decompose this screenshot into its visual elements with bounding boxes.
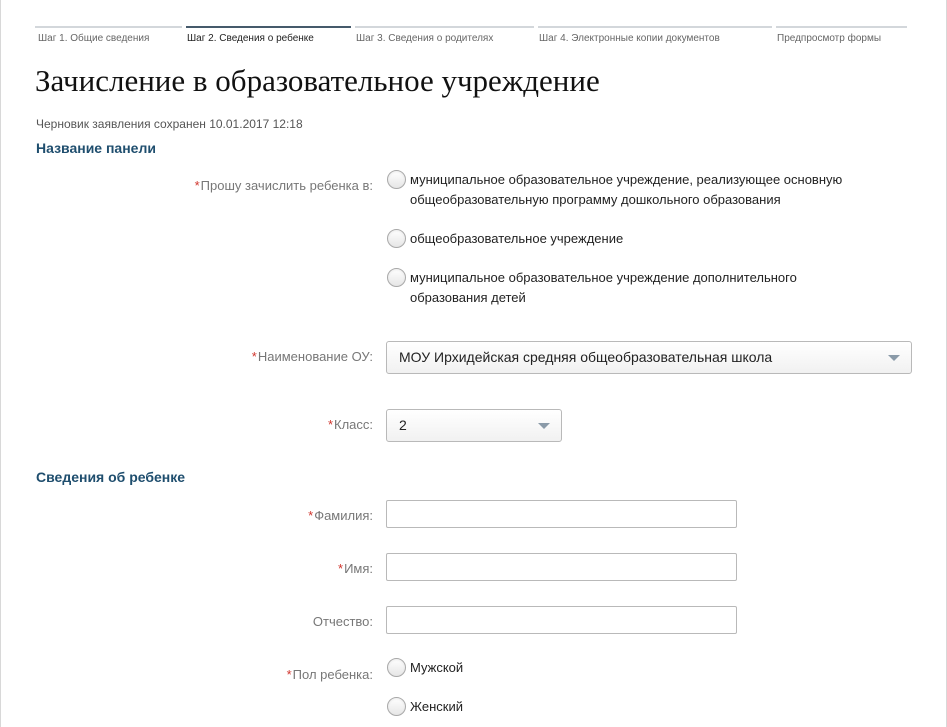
- gender-option-text: Женский: [410, 699, 463, 714]
- chevron-down-icon[interactable]: [888, 355, 900, 361]
- school-label: *Наименование ОУ:: [252, 349, 373, 364]
- step-general[interactable]: Шаг 1. Общие сведения: [35, 26, 182, 50]
- required-mark: *: [308, 508, 314, 523]
- class-select-value: 2: [399, 417, 407, 433]
- gender-label: *Пол ребенка:: [287, 667, 373, 682]
- radio-icon[interactable]: [387, 697, 406, 716]
- school-label-text: Наименование ОУ:: [257, 349, 373, 364]
- class-select[interactable]: 2: [386, 409, 562, 442]
- enroll-option-text: муниципальное образовательное учреждение…: [410, 270, 797, 305]
- surname-label: *Фамилия:: [308, 508, 373, 523]
- panel-heading: Название панели: [36, 140, 156, 156]
- surname-input[interactable]: [386, 500, 737, 528]
- gender-option-male[interactable]: Мужской: [387, 658, 463, 678]
- enroll-option-general[interactable]: общеобразовательное учреждение: [387, 229, 887, 249]
- radio-icon[interactable]: [387, 229, 406, 248]
- required-mark: *: [194, 178, 200, 193]
- required-mark: *: [327, 417, 333, 432]
- enroll-label: *Прошу зачислить ребенка в:: [195, 178, 373, 193]
- enroll-option-text: муниципальное образовательное учреждение…: [410, 172, 843, 207]
- page-frame: Шаг 1. Общие сведения Шаг 2. Сведения о …: [0, 0, 947, 727]
- class-label-text: Класс:: [334, 417, 373, 432]
- enroll-option-preschool[interactable]: муниципальное образовательное учреждение…: [387, 170, 887, 210]
- patronymic-input[interactable]: [386, 606, 737, 634]
- surname-label-text: Фамилия:: [314, 508, 373, 523]
- enroll-label-text: Прошу зачислить ребенка в:: [200, 178, 373, 193]
- step-parents[interactable]: Шаг 3. Сведения о родителях: [355, 26, 534, 50]
- required-mark: *: [251, 349, 257, 364]
- draft-status: Черновик заявления сохранен 10.01.2017 1…: [36, 117, 303, 131]
- enroll-option-text: общеобразовательное учреждение: [410, 231, 624, 246]
- required-mark: *: [338, 561, 344, 576]
- name-label-text: Имя:: [344, 561, 373, 576]
- name-input[interactable]: [386, 553, 737, 581]
- school-select-value: МОУ Ирхидейская средняя общеобразователь…: [399, 349, 773, 365]
- name-label: *Имя:: [338, 561, 373, 576]
- step-documents[interactable]: Шаг 4. Электронные копии документов: [538, 26, 772, 50]
- enroll-option-additional[interactable]: муниципальное образовательное учреждение…: [387, 268, 857, 308]
- gender-option-text: Мужской: [410, 660, 464, 675]
- page-title: Зачисление в образовательное учреждение: [35, 63, 600, 98]
- class-label: *Класс:: [328, 417, 373, 432]
- radio-icon[interactable]: [387, 658, 406, 677]
- patronymic-label: Отчество:: [312, 614, 373, 629]
- gender-label-text: Пол ребенка:: [292, 667, 373, 682]
- step-child[interactable]: Шаг 2. Сведения о ребенке: [186, 26, 351, 50]
- radio-icon[interactable]: [387, 268, 406, 287]
- gender-option-female[interactable]: Женский: [387, 697, 463, 717]
- school-select[interactable]: МОУ Ирхидейская средняя общеобразователь…: [386, 341, 912, 374]
- radio-icon[interactable]: [387, 170, 406, 189]
- wizard-steps: Шаг 1. Общие сведения Шаг 2. Сведения о …: [1, 26, 947, 50]
- step-preview[interactable]: Предпросмотр формы: [776, 26, 907, 50]
- child-heading: Сведения об ребенке: [36, 469, 186, 485]
- chevron-down-icon[interactable]: [538, 423, 550, 429]
- required-mark: *: [286, 667, 292, 682]
